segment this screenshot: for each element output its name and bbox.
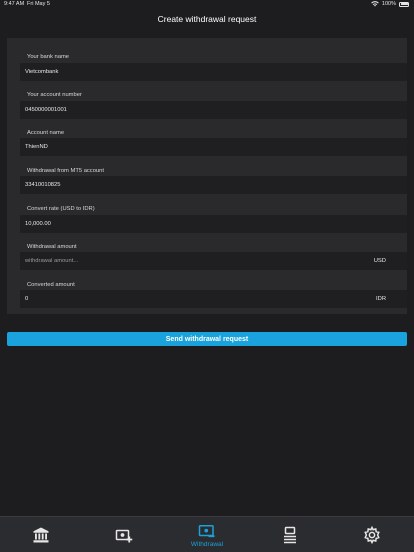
converted-amount-field: 0 IDR [20,290,407,308]
bank-name-field[interactable]: Vietcombank [20,63,407,81]
withdrawal-amount-input[interactable] [25,258,325,264]
bank-name-label: Your bank name [27,54,70,60]
withdrawal-amount-label: Withdrawal amount [27,244,77,250]
battery-percent: 100% [381,1,396,7]
account-name-label: Account name [27,130,65,136]
tab-deposit[interactable] [94,517,154,552]
mt5-account-label: Withdrawal from MT5 account [27,168,104,174]
tab-transfer[interactable] [260,517,320,552]
wifi-icon [371,1,379,7]
tab-withdrawal[interactable]: Withdrawal [177,517,237,552]
withdrawal-amount-field[interactable]: USD [20,252,407,270]
tab-settings[interactable] [342,517,402,552]
withdrawal-currency: USD [373,258,386,264]
convert-rate-value: 10,000.00 [25,221,51,227]
battery-icon [399,1,409,7]
withdrawal-form: Your bank name Vietcombank Your account … [7,38,407,314]
page-title: Create withdrawal request [157,14,257,24]
tab-withdrawal-label: Withdrawal [190,541,224,548]
tab-bar: Withdrawal [0,516,414,552]
converted-amount-value: 0 [25,296,29,302]
withdrawal-icon [198,525,215,538]
tab-bank[interactable] [11,517,71,552]
account-name-field[interactable]: ThienND [20,138,407,156]
bank-icon [33,527,49,543]
mt5-account-field[interactable]: 33410010825 [20,176,407,194]
transfer-icon [284,526,296,544]
status-bar: 9:47 AM Fri May 5 100% [0,0,414,9]
convert-rate-label: Convert rate (USD to IDR) [27,206,95,212]
deposit-icon [115,529,133,543]
account-number-label: Your account number [27,92,82,98]
converted-amount-label: Converted amount [27,282,75,288]
account-number-field[interactable]: 0450000001001 [20,101,407,119]
mt5-account-value: 33410010825 [25,182,61,188]
settings-icon [364,526,380,544]
bank-name-value: Vietcombank [25,69,59,75]
account-name-value: ThienND [25,144,48,150]
converted-currency: IDR [376,296,386,302]
status-time: 9:47 AM [4,1,25,7]
status-date: Fri May 5 [27,1,50,7]
account-number-value: 0450000001001 [25,107,67,113]
convert-rate-field: 10,000.00 [20,215,407,233]
status-right: 100% [371,1,409,7]
send-withdrawal-request-button[interactable]: Send withdrawal request [7,332,407,346]
